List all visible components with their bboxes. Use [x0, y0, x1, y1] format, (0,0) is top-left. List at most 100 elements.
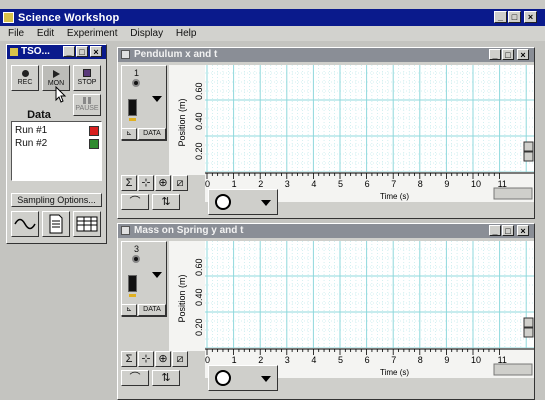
x-tick-label: 5	[338, 355, 343, 365]
sampling-options-button[interactable]: Sampling Options...	[11, 193, 102, 207]
record-label: REC	[17, 79, 33, 86]
graph-maximize-button[interactable]: □	[502, 225, 514, 236]
graph-plot[interactable]: 0.200.400.60Position (m)0 1 2 3 4 5 6 7 8 9 10 11Ti…	[169, 241, 534, 381]
graph-title: Pendulum x and t	[134, 49, 218, 60]
graph-close-button[interactable]: ×	[517, 225, 529, 236]
stop-button[interactable]: STOP	[73, 65, 101, 91]
runs-list[interactable]: Run #1 Run #2	[11, 121, 102, 181]
sensor-dropdown-arrow-icon[interactable]	[152, 96, 162, 102]
y-tick-label: 0.20	[194, 318, 204, 336]
x-tick-label: 8	[418, 179, 423, 189]
pause-button[interactable]: PAUSE	[73, 94, 101, 116]
axis-scale-button[interactable]: ⊾	[121, 128, 137, 140]
zoom-select-button[interactable]: ⊕	[155, 175, 171, 191]
x-tick-label: 7	[391, 179, 396, 189]
x-tick-label: 10	[471, 179, 481, 189]
menu-help[interactable]: Help	[176, 28, 197, 39]
stop-square-icon	[83, 69, 91, 77]
record-button[interactable]: REC	[11, 65, 39, 91]
control-window-icon	[10, 48, 18, 56]
axis-scale-button[interactable]: ⊾	[121, 304, 137, 316]
zoom-select-button[interactable]: ⊕	[155, 351, 171, 367]
graph-title-bar[interactable]: Pendulum x and t _ □ ×	[118, 48, 534, 62]
zoom-out-button[interactable]	[523, 151, 534, 162]
control-maximize-button[interactable]: □	[76, 46, 88, 57]
sampling-timer-dropdown[interactable]	[208, 189, 278, 215]
graph-minimize-button[interactable]: _	[489, 49, 501, 60]
y-tick-label: 0.40	[194, 112, 204, 130]
sensor-led-icon	[129, 118, 136, 121]
horizontal-scrollbar[interactable]	[493, 187, 533, 200]
x-tick-label: 9	[444, 179, 449, 189]
graph-window-icon	[121, 50, 130, 59]
curve-fit-button[interactable]: ⌒	[121, 370, 149, 386]
x-tick-label: 0	[205, 179, 210, 189]
control-window-title-bar[interactable]: TSO... _ □ ×	[7, 45, 106, 59]
timer-dropdown-arrow-icon	[261, 200, 271, 206]
zoom-in-button[interactable]	[523, 141, 534, 152]
smart-cursor-button[interactable]: ⊹	[138, 175, 154, 191]
timer-dropdown-arrow-icon	[261, 376, 271, 382]
graph-plot[interactable]: 0.200.400.60Position (m)0 1 2 3 4 5 6 7 8 9 10 11Ti…	[169, 65, 534, 205]
sensor-led-icon	[129, 294, 136, 297]
x-tick-label: 9	[444, 355, 449, 365]
x-tick-label: 7	[391, 355, 396, 365]
data-menu-button[interactable]: DATA	[138, 128, 166, 140]
control-close-button[interactable]: ×	[90, 46, 102, 57]
menu-bar: File Edit Experiment Display Help	[0, 26, 545, 41]
play-icon	[52, 70, 60, 78]
menu-edit[interactable]: Edit	[37, 28, 54, 39]
table-display-button[interactable]	[73, 211, 101, 237]
axis-options-button[interactable]: ⇅	[152, 370, 180, 386]
maximize-button[interactable]: □	[508, 11, 521, 23]
graph-minimize-button[interactable]: _	[489, 225, 501, 236]
x-tick-label: 6	[365, 179, 370, 189]
axis-options-button[interactable]: ⇅	[152, 194, 180, 210]
notes-display-button[interactable]	[42, 211, 70, 237]
x-tick-label: 8	[418, 355, 423, 365]
stopwatch-icon	[215, 194, 231, 210]
y-tick-label: 0.40	[194, 288, 204, 306]
mouse-cursor-icon	[55, 86, 67, 103]
control-window-title: TSO...	[21, 46, 50, 57]
stopwatch-icon	[215, 370, 231, 386]
graph-close-button[interactable]: ×	[517, 49, 529, 60]
zoom-out-button[interactable]	[523, 327, 534, 338]
sampling-timer-dropdown[interactable]	[208, 365, 278, 391]
smart-cursor-button[interactable]: ⊹	[138, 351, 154, 367]
menu-experiment[interactable]: Experiment	[67, 28, 118, 39]
sensor-icon	[128, 99, 137, 116]
sine-wave-icon	[14, 218, 36, 230]
pause-label: PAUSE	[75, 105, 99, 112]
x-tick-label: 0	[205, 355, 210, 365]
menu-display[interactable]: Display	[130, 28, 163, 39]
plot-background	[205, 241, 534, 348]
horizontal-scrollbar[interactable]	[493, 363, 533, 376]
statistics-button[interactable]: Σ	[121, 351, 137, 367]
graph-display-button[interactable]	[11, 211, 39, 237]
graph-maximize-button[interactable]: □	[502, 49, 514, 60]
data-menu-button[interactable]: DATA	[138, 304, 166, 316]
run-2-color-swatch	[89, 139, 99, 149]
run-item-1[interactable]: Run #1	[15, 125, 99, 137]
graph-title-bar[interactable]: Mass on Spring y and t _ □ ×	[118, 224, 534, 238]
control-minimize-button[interactable]: _	[63, 46, 75, 57]
graph-window-pendulum: Pendulum x and t _ □ × 1 ⊾ DATA 0.20 0.40 0.60 Pos…	[117, 47, 535, 219]
menu-file[interactable]: File	[8, 28, 24, 39]
add-plot-button[interactable]: ⧄	[172, 175, 188, 191]
close-button[interactable]: ×	[524, 11, 537, 23]
zoom-in-button[interactable]	[523, 317, 534, 328]
data-heading: Data	[27, 109, 51, 121]
x-tick-label: 4	[311, 179, 316, 189]
add-plot-button[interactable]: ⧄	[172, 351, 188, 367]
sensor-dropdown-arrow-icon[interactable]	[152, 272, 162, 278]
y-tick-label: 0.60	[194, 258, 204, 276]
app-title-bar[interactable]: Science Workshop _ □ ×	[0, 9, 545, 26]
pause-icon	[83, 97, 91, 104]
x-axis-label: Time (s)	[380, 192, 409, 201]
run-item-2[interactable]: Run #2	[15, 138, 99, 150]
statistics-button[interactable]: Σ	[121, 175, 137, 191]
curve-fit-button[interactable]: ⌒	[121, 194, 149, 210]
app-icon[interactable]	[3, 12, 14, 23]
minimize-button[interactable]: _	[494, 11, 507, 23]
